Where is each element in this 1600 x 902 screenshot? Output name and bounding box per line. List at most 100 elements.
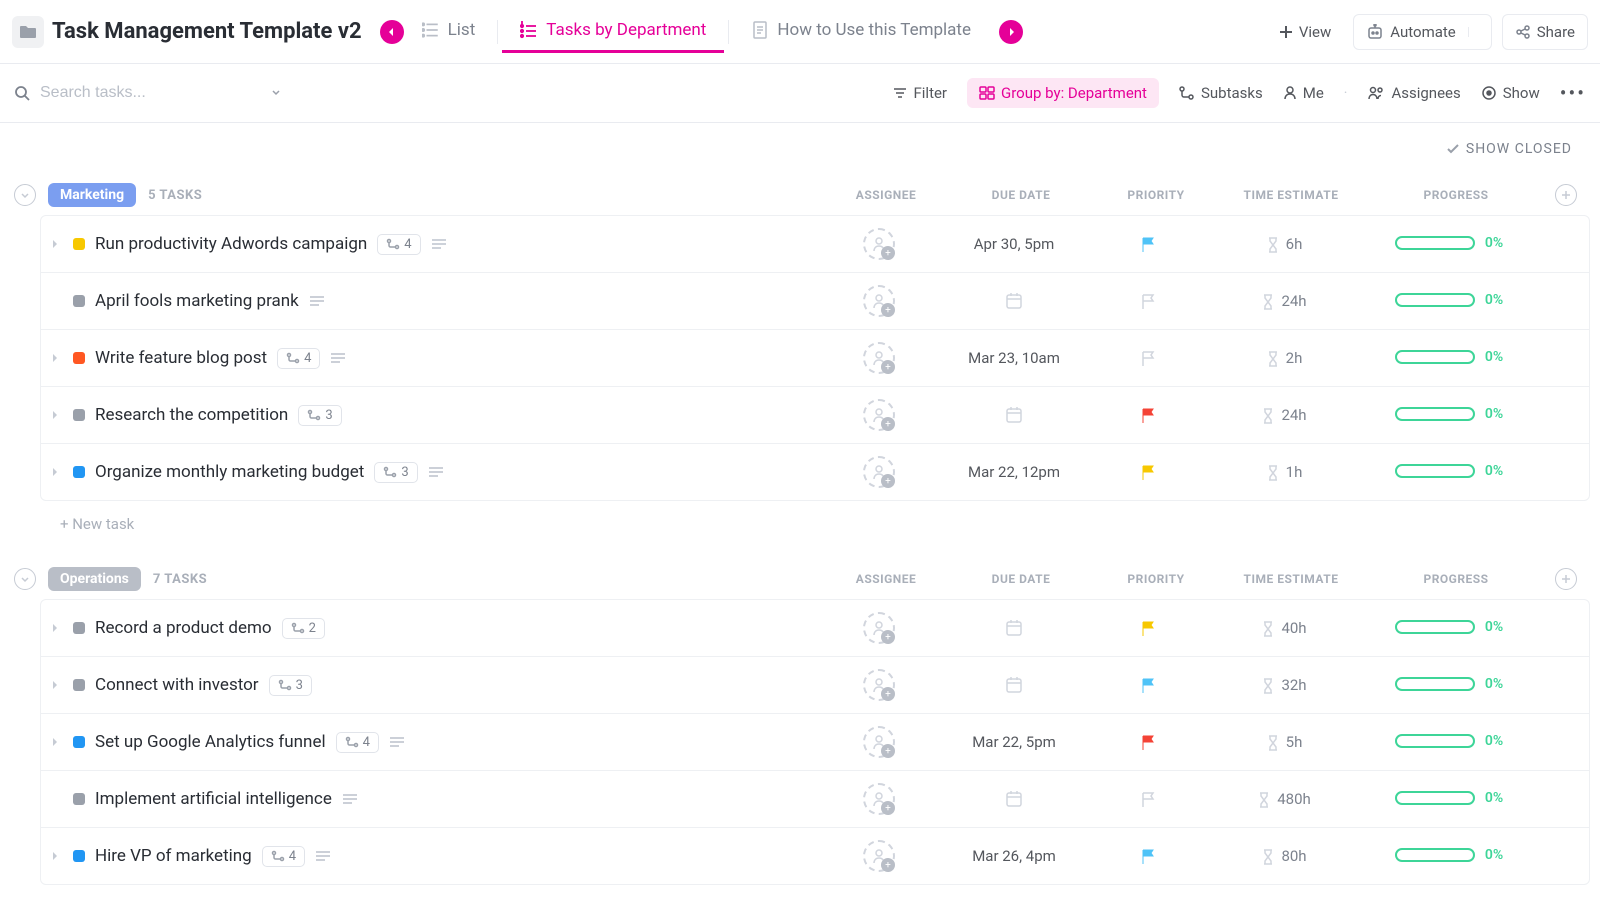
assign-user-button[interactable]: + bbox=[863, 456, 895, 488]
expand-caret[interactable] bbox=[51, 677, 63, 693]
priority-flag[interactable] bbox=[1140, 675, 1158, 696]
task-name[interactable]: Hire VP of marketing bbox=[95, 846, 252, 866]
task-name[interactable]: Connect with investor bbox=[95, 675, 259, 695]
status-indicator[interactable] bbox=[73, 679, 85, 691]
status-indicator[interactable] bbox=[73, 622, 85, 634]
me-button[interactable]: Me bbox=[1283, 84, 1324, 102]
group-badge[interactable]: Marketing bbox=[48, 183, 136, 207]
task-row[interactable]: Write feature blog post 4 + Mar 23, 10am… bbox=[41, 330, 1589, 387]
due-date-text[interactable]: Mar 22, 5pm bbox=[972, 733, 1056, 751]
task-name[interactable]: Write feature blog post bbox=[95, 348, 267, 368]
show-button[interactable]: Show bbox=[1481, 84, 1540, 102]
description-icon[interactable] bbox=[428, 464, 444, 480]
progress-bar[interactable] bbox=[1395, 293, 1475, 307]
priority-flag[interactable] bbox=[1140, 234, 1158, 255]
task-name[interactable]: Implement artificial intelligence bbox=[95, 789, 332, 809]
priority-flag[interactable] bbox=[1140, 846, 1158, 867]
calendar-icon[interactable] bbox=[1004, 791, 1024, 807]
time-estimate-text[interactable]: 24h bbox=[1281, 292, 1306, 310]
assign-user-button[interactable]: + bbox=[863, 840, 895, 872]
assign-user-button[interactable]: + bbox=[863, 669, 895, 701]
expand-caret[interactable] bbox=[51, 620, 63, 636]
time-estimate-text[interactable]: 40h bbox=[1281, 619, 1306, 637]
task-row[interactable]: Hire VP of marketing 4 + Mar 26, 4pm 80h… bbox=[41, 828, 1589, 884]
time-estimate-text[interactable]: 1h bbox=[1286, 463, 1303, 481]
description-icon[interactable] bbox=[330, 350, 346, 366]
status-indicator[interactable] bbox=[73, 352, 85, 364]
filter-button[interactable]: Filter bbox=[893, 84, 947, 102]
expand-caret[interactable] bbox=[51, 407, 63, 423]
new-task-button[interactable]: + New task bbox=[10, 501, 1590, 543]
due-date-text[interactable]: Mar 22, 12pm bbox=[968, 463, 1060, 481]
due-date-text[interactable]: Mar 26, 4pm bbox=[972, 847, 1056, 865]
task-name[interactable]: Record a product demo bbox=[95, 618, 272, 638]
collapse-group-button[interactable] bbox=[14, 184, 36, 206]
description-icon[interactable] bbox=[389, 734, 405, 750]
task-name[interactable]: Set up Google Analytics funnel bbox=[95, 732, 326, 752]
subtasks-button[interactable]: Subtasks bbox=[1179, 84, 1263, 102]
task-row[interactable]: April fools marketing prank + 24h 0% bbox=[41, 273, 1589, 330]
add-view-button[interactable]: View bbox=[1267, 15, 1343, 49]
task-row[interactable]: Record a product demo 2 + 40h 0% bbox=[41, 600, 1589, 657]
nav-prev-button[interactable] bbox=[380, 20, 404, 44]
priority-flag[interactable] bbox=[1140, 291, 1158, 312]
status-indicator[interactable] bbox=[73, 793, 85, 805]
calendar-icon[interactable] bbox=[1004, 620, 1024, 636]
task-row[interactable]: Implement artificial intelligence + 480h… bbox=[41, 771, 1589, 828]
chevron-down-icon[interactable] bbox=[270, 87, 282, 99]
task-name[interactable]: April fools marketing prank bbox=[95, 291, 299, 311]
time-estimate-text[interactable]: 5h bbox=[1286, 733, 1303, 751]
priority-flag[interactable] bbox=[1140, 405, 1158, 426]
nav-next-button[interactable] bbox=[999, 20, 1023, 44]
subtask-count-badge[interactable]: 4 bbox=[277, 348, 320, 369]
expand-caret[interactable] bbox=[51, 734, 63, 750]
status-indicator[interactable] bbox=[73, 850, 85, 862]
search-input[interactable] bbox=[40, 84, 260, 102]
expand-caret[interactable] bbox=[51, 848, 63, 864]
assign-user-button[interactable]: + bbox=[863, 612, 895, 644]
subtask-count-badge[interactable]: 4 bbox=[336, 732, 379, 753]
status-indicator[interactable] bbox=[73, 466, 85, 478]
time-estimate-text[interactable]: 6h bbox=[1286, 235, 1303, 253]
progress-bar[interactable] bbox=[1395, 620, 1475, 634]
progress-bar[interactable] bbox=[1395, 791, 1475, 805]
assignees-button[interactable]: Assignees bbox=[1367, 84, 1460, 102]
add-column-button[interactable] bbox=[1555, 568, 1577, 590]
calendar-icon[interactable] bbox=[1004, 407, 1024, 423]
time-estimate-text[interactable]: 80h bbox=[1281, 847, 1306, 865]
progress-bar[interactable] bbox=[1395, 677, 1475, 691]
task-row[interactable]: Organize monthly marketing budget 3 + Ma… bbox=[41, 444, 1589, 500]
task-name[interactable]: Run productivity Adwords campaign bbox=[95, 234, 367, 254]
time-estimate-text[interactable]: 32h bbox=[1281, 676, 1306, 694]
tab-tasks-by-department[interactable]: Tasks by Department bbox=[502, 10, 724, 53]
subtask-count-badge[interactable]: 4 bbox=[377, 234, 420, 255]
priority-flag[interactable] bbox=[1140, 348, 1158, 369]
status-indicator[interactable] bbox=[73, 409, 85, 421]
share-button[interactable]: Share bbox=[1502, 14, 1588, 50]
time-estimate-text[interactable]: 480h bbox=[1277, 790, 1311, 808]
progress-bar[interactable] bbox=[1395, 464, 1475, 478]
priority-flag[interactable] bbox=[1140, 618, 1158, 639]
status-indicator[interactable] bbox=[73, 736, 85, 748]
assign-user-button[interactable]: + bbox=[863, 285, 895, 317]
assign-user-button[interactable]: + bbox=[863, 342, 895, 374]
time-estimate-text[interactable]: 2h bbox=[1286, 349, 1303, 367]
subtask-count-badge[interactable]: 2 bbox=[282, 618, 325, 639]
task-row[interactable]: Research the competition 3 + 24h 0% bbox=[41, 387, 1589, 444]
task-name[interactable]: Organize monthly marketing budget bbox=[95, 462, 364, 482]
assign-user-button[interactable]: + bbox=[863, 399, 895, 431]
group-by-button[interactable]: Group by: Department bbox=[967, 78, 1159, 108]
status-indicator[interactable] bbox=[73, 295, 85, 307]
task-name[interactable]: Research the competition bbox=[95, 405, 288, 425]
expand-caret[interactable] bbox=[51, 464, 63, 480]
calendar-icon[interactable] bbox=[1004, 293, 1024, 309]
subtask-count-badge[interactable]: 3 bbox=[374, 462, 417, 483]
assign-user-button[interactable]: + bbox=[863, 783, 895, 815]
progress-bar[interactable] bbox=[1395, 236, 1475, 250]
folder-icon[interactable] bbox=[12, 16, 44, 48]
expand-caret[interactable] bbox=[51, 350, 63, 366]
task-row[interactable]: Set up Google Analytics funnel 4 + Mar 2… bbox=[41, 714, 1589, 771]
more-options-button[interactable]: ••• bbox=[1560, 81, 1586, 105]
description-icon[interactable] bbox=[315, 848, 331, 864]
priority-flag[interactable] bbox=[1140, 462, 1158, 483]
